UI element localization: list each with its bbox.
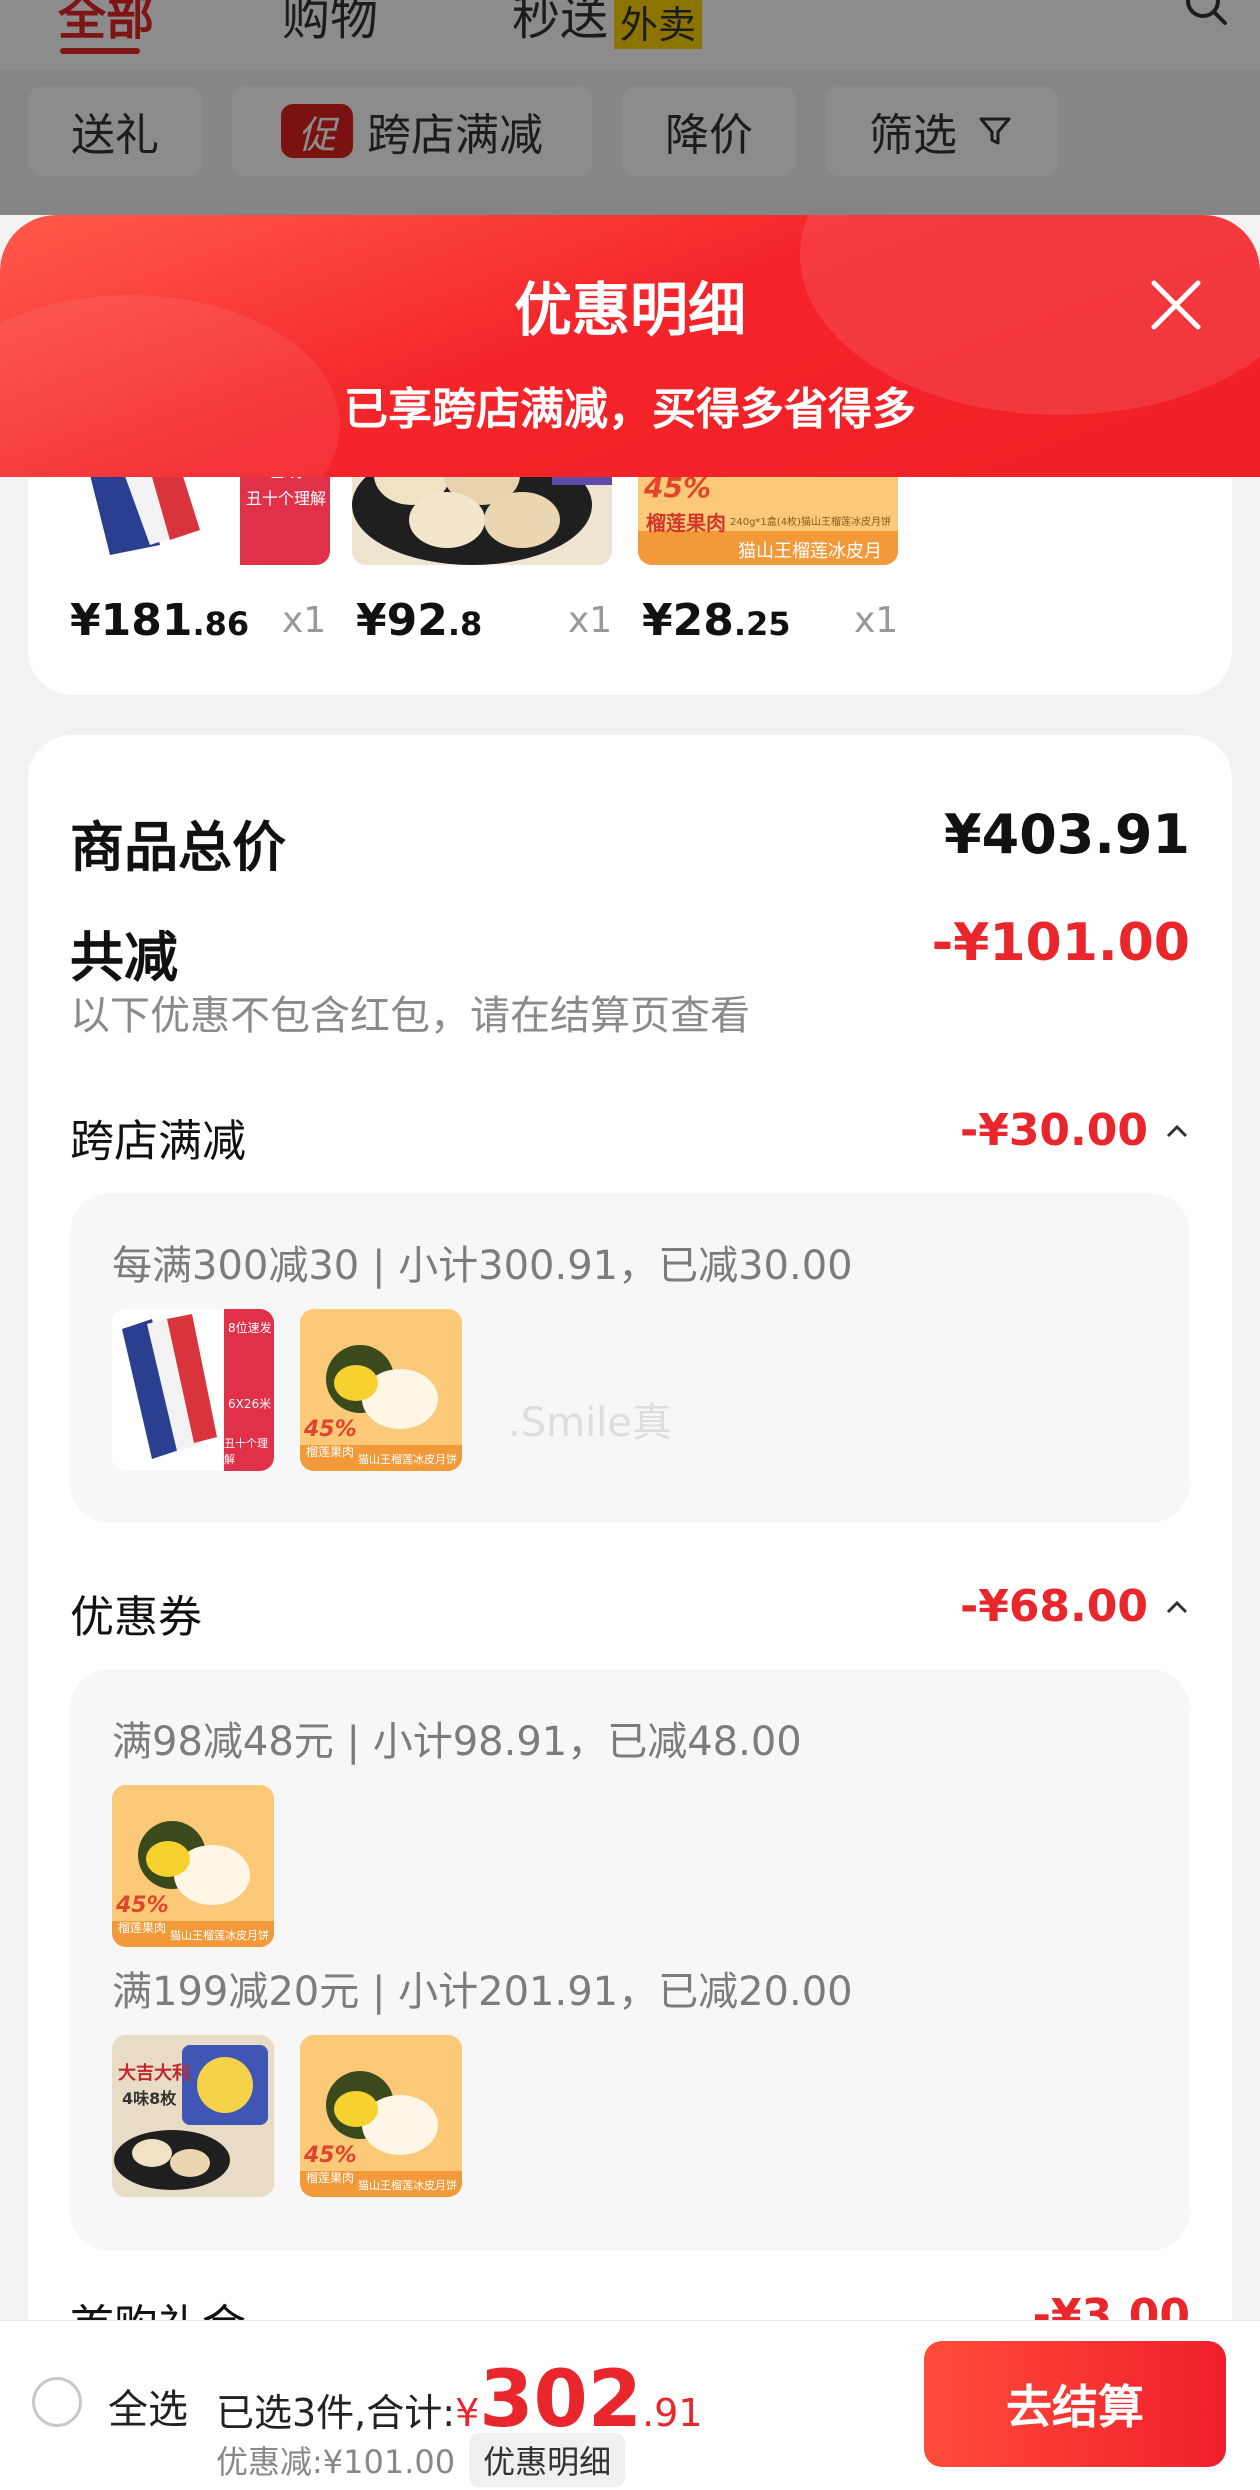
- thumb-mooncake-giftbox[interactable]: 大吉大利 4味8枚: [112, 2035, 274, 2197]
- thumb-durian-mooncake[interactable]: 45% 榴莲果肉 猫山王榴莲冰皮月饼: [300, 2035, 462, 2197]
- thumb-paper-towel[interactable]: 8位速发 6X26米 丑十个理解: [112, 1309, 274, 1471]
- price-dec: .8: [447, 605, 483, 643]
- cross-store-box: 每满300减30 | 小计300.91，已减30.00 8位速发 6X26米 丑…: [70, 1193, 1190, 1523]
- product-name-tag: 猫山王榴莲冰皮月饼: [358, 1453, 457, 1466]
- product-price: ¥28.25: [642, 595, 791, 646]
- giftbox-subtitle: 4味8枚: [122, 2089, 177, 2108]
- thumb-tag: 丑十个理解: [246, 489, 327, 508]
- discount-amount-text: 优惠减:¥101.00: [216, 2443, 456, 2481]
- discount-summary: 优惠减:¥101.00 优惠明细: [216, 2433, 626, 2487]
- product-price: ¥181.86: [70, 595, 249, 646]
- cross-store-value: -¥30.00: [959, 1105, 1148, 1156]
- total-currency: ¥: [455, 2391, 480, 2435]
- sheet-title: 优惠明细: [513, 276, 746, 344]
- coupon-rule-1: 满98减48元 | 小计98.91，已减48.00: [112, 1719, 802, 1765]
- thumb-durian-mooncake[interactable]: 45% 榴莲果肉 猫山王榴莲冰皮月饼: [112, 1785, 274, 1947]
- discount-note: 以下优惠不包含红包，请在结算页查看: [70, 993, 750, 1039]
- discount-stamp: 45%: [304, 2143, 357, 2168]
- modal-backdrop[interactable]: [0, 0, 1260, 215]
- checkout-bar: 全选 已选3件,合计:¥302.91 优惠减:¥101.00 优惠明细 去结算: [0, 2320, 1260, 2490]
- total-price-value: ¥403.91: [944, 803, 1190, 866]
- discount-detail-sheet: 优惠明细 已享跨店满减，买得多省得多 埋线 丑十个理解: [0, 215, 1260, 2489]
- product-qty: x1: [282, 600, 327, 641]
- flavor-tag: 榴莲果肉: [306, 2171, 355, 2185]
- flavor-tag: 榴莲果肉: [646, 511, 726, 535]
- product-name-tag: 猫山王榴莲冰皮月饼: [738, 541, 882, 562]
- thumb-tag: 8位速发: [228, 1321, 272, 1335]
- coupon-box: 满98减48元 | 小计98.91，已减48.00 45% 榴莲果肉 猫山王榴莲…: [70, 1669, 1190, 2251]
- thumb-durian-mooncake[interactable]: 45% 榴莲果肉 猫山王榴莲冰皮月饼: [300, 1309, 462, 1471]
- cross-store-label: 跨店满减: [70, 1116, 246, 1167]
- cross-store-rule: 每满300减30 | 小计300.91，已减30.00: [112, 1243, 853, 1289]
- thumb-tag: 丑十个理解: [224, 1437, 268, 1466]
- total-discount-value: -¥101.00: [931, 913, 1190, 973]
- sheet-header: 优惠明细 已享跨店满减，买得多省得多: [0, 215, 1260, 477]
- flavor-tag: 榴莲果肉: [306, 1445, 355, 1459]
- product-name-tag: 猫山王榴莲冰皮月饼: [170, 1929, 269, 1942]
- product-qty: x1: [854, 600, 899, 641]
- giftbox-title: 大吉大利: [118, 2063, 190, 2084]
- product-name-tag: 猫山王榴莲冰皮月饼: [358, 2179, 457, 2192]
- product-spec-tag: 240g*1盒(4枚)猫山王榴莲冰皮月饼: [730, 517, 891, 528]
- total-amount-int: 302: [479, 2355, 643, 2445]
- flavor-tag: 榴莲果肉: [118, 1921, 167, 1935]
- price-dec: .86: [192, 605, 250, 643]
- selected-count-text: 已选3件,合计:: [216, 2391, 456, 2435]
- price-dec: .25: [733, 605, 791, 643]
- price-int: ¥92: [356, 595, 448, 646]
- discount-stamp: 45%: [304, 1417, 357, 1442]
- watermark: .Smile真: [508, 1400, 672, 1446]
- cross-store-toggle[interactable]: -¥30.00: [960, 1105, 1190, 1156]
- sheet-subtitle: 已享跨店满减，买得多省得多: [344, 384, 916, 435]
- close-icon[interactable]: [1144, 273, 1208, 337]
- total-amount-dec: .91: [642, 2391, 703, 2435]
- discount-stamp: 45%: [116, 1893, 169, 1918]
- order-summary: 已选3件,合计:¥302.91: [216, 2361, 703, 2439]
- total-discount-label: 共减: [70, 926, 178, 989]
- coupon-label: 优惠券: [70, 1592, 202, 1643]
- select-all-label[interactable]: 全选: [108, 2377, 188, 2435]
- price-int: ¥181: [70, 595, 193, 646]
- checkout-button[interactable]: 去结算: [924, 2341, 1226, 2467]
- coupon-value: -¥68.00: [959, 1581, 1148, 1632]
- product-price: ¥92.8: [356, 595, 482, 646]
- coupon-toggle[interactable]: -¥68.00: [960, 1581, 1190, 1632]
- select-all-checkbox[interactable]: [32, 2377, 82, 2427]
- thumb-tag: 6X26米: [228, 1397, 272, 1411]
- product-qty: x1: [568, 600, 613, 641]
- discount-detail-button[interactable]: 优惠明细: [469, 2433, 626, 2487]
- chevron-up-icon: [1166, 1600, 1188, 1613]
- coupon-rule-2: 满199减20元 | 小计201.91，已减20.00: [112, 1969, 853, 2015]
- chevron-up-icon: [1166, 1124, 1188, 1137]
- total-price-label: 商品总价: [70, 816, 286, 879]
- discount-detail-card: 商品总价 ¥403.91 共减 -¥101.00 以下优惠不包含红包，请在结算页…: [28, 735, 1232, 2489]
- price-int: ¥28: [642, 595, 734, 646]
